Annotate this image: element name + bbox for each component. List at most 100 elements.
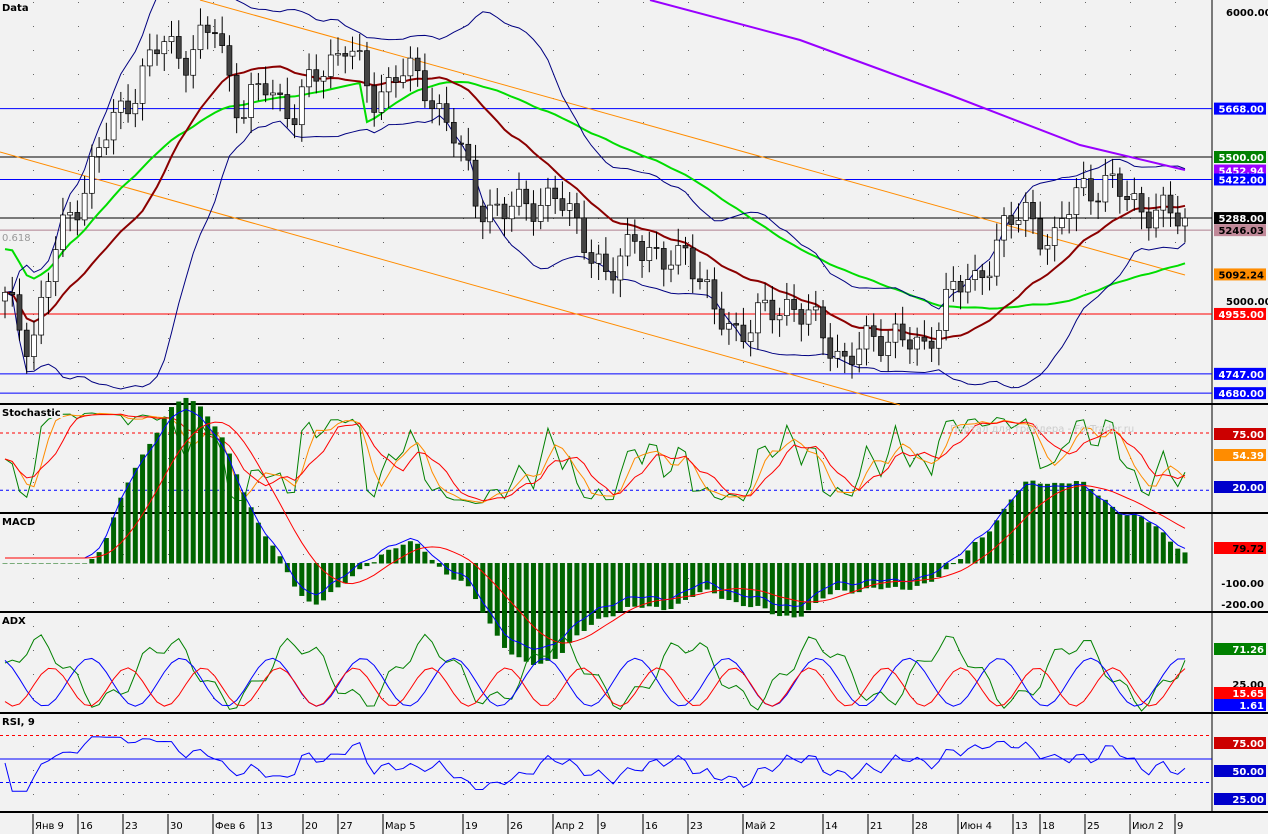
grid-dot	[33, 770, 34, 771]
grid-dot	[1040, 458, 1041, 459]
grid-dot	[303, 434, 304, 435]
grid-dot	[338, 434, 339, 435]
grid-dot	[508, 266, 509, 267]
grid-dot	[688, 770, 689, 771]
grid-dot	[338, 482, 339, 483]
chart-canvas[interactable]: 0.6186000.005000.005668.005500.005452.94…	[0, 0, 1268, 834]
grid-dot	[688, 554, 689, 555]
candle-body	[1116, 173, 1123, 197]
grid-dot	[823, 98, 824, 99]
candle-body	[776, 315, 783, 321]
macd-histogram-bar	[241, 492, 247, 564]
grid-dot	[338, 98, 339, 99]
candle-body	[603, 253, 609, 272]
macd-histogram-bar	[958, 559, 964, 564]
grid-dot	[258, 362, 259, 363]
grid-dot	[463, 746, 464, 747]
macd-histogram-bar	[263, 536, 269, 564]
candle-body	[545, 187, 551, 206]
macd-histogram-bar	[284, 563, 290, 573]
candle-body	[9, 292, 16, 296]
macd-histogram-bar	[603, 563, 609, 618]
grid-dot	[78, 554, 79, 555]
grid-dot	[383, 650, 384, 651]
grid-dot	[338, 338, 339, 339]
grid-dot	[1085, 626, 1086, 627]
grid-dot	[823, 794, 824, 795]
grid-dot	[303, 650, 304, 651]
candle-body	[400, 75, 407, 83]
candle-body	[1080, 178, 1087, 189]
grid-dot	[598, 50, 599, 51]
x-tick-label: Июн 4	[960, 821, 992, 832]
grid-dot	[643, 122, 644, 123]
grid-dot	[168, 770, 169, 771]
grid-dot	[688, 530, 689, 531]
candle-body	[110, 111, 117, 141]
grid-dot	[913, 530, 914, 531]
candle-body	[530, 203, 537, 222]
candle-body	[342, 53, 349, 57]
grid-dot	[1040, 698, 1041, 699]
grid-dot	[78, 386, 79, 387]
macd-histogram-bar	[987, 531, 993, 564]
grid-dot	[643, 674, 644, 675]
grid-dot	[688, 98, 689, 99]
grid-dot	[1085, 74, 1086, 75]
grid-dot	[868, 290, 869, 291]
macd-histogram-bar	[820, 563, 826, 599]
grid-dot	[303, 194, 304, 195]
macd-histogram-bar	[16, 563, 22, 564]
grid-dot	[913, 266, 914, 267]
grid-dot	[1175, 122, 1176, 123]
candle-body	[45, 281, 52, 298]
grid-dot	[383, 386, 384, 387]
candle-body	[74, 212, 81, 221]
grid-dot	[78, 362, 79, 363]
grid-dot	[508, 2, 509, 3]
grid-dot	[123, 146, 124, 147]
candle-body	[863, 325, 870, 350]
grid-dot	[823, 146, 824, 147]
grid-dot	[383, 458, 384, 459]
grid-dot	[1085, 50, 1086, 51]
grid-dot	[1013, 50, 1014, 51]
grid-dot	[1175, 338, 1176, 339]
grid-dot	[213, 50, 214, 51]
grid-dot	[1130, 770, 1131, 771]
macd-histogram-bar	[907, 563, 913, 590]
macd-histogram-bar	[950, 563, 956, 565]
grid-dot	[338, 650, 339, 651]
grid-dot	[383, 794, 384, 795]
candle-body	[950, 280, 957, 290]
grid-dot	[33, 602, 34, 603]
grid-dot	[913, 506, 914, 507]
grid-dot	[958, 410, 959, 411]
grid-dot	[553, 794, 554, 795]
macd-histogram-bar	[169, 407, 175, 564]
grid-dot	[958, 530, 959, 531]
grid-dot	[78, 506, 79, 507]
grid-dot	[303, 170, 304, 171]
grid-dot	[868, 194, 869, 195]
grid-dot	[338, 794, 339, 795]
grid-dot	[463, 98, 464, 99]
trading-chart[interactable]: 0.618 6000.00 5000.00 5668.00 5500.00 5452.94…	[0, 0, 1268, 834]
x-tick-label: 14	[825, 821, 838, 832]
grid-dot	[1175, 362, 1176, 363]
candle-body	[96, 147, 102, 157]
grid-dot	[1013, 194, 1014, 195]
candle-body	[928, 340, 935, 349]
grid-dot	[168, 26, 169, 27]
grid-dot	[1130, 170, 1131, 171]
grid-dot	[1175, 26, 1176, 27]
macd-histogram-bar	[892, 563, 898, 587]
grid-dot	[688, 50, 689, 51]
grid-dot	[553, 722, 554, 723]
grid-dot	[1040, 266, 1041, 267]
grid-dot	[743, 458, 744, 459]
grid-dot	[33, 434, 34, 435]
macd-histogram-bar	[378, 554, 384, 564]
grid-dot	[868, 122, 869, 123]
panel-title-adx: ADX	[2, 616, 26, 627]
